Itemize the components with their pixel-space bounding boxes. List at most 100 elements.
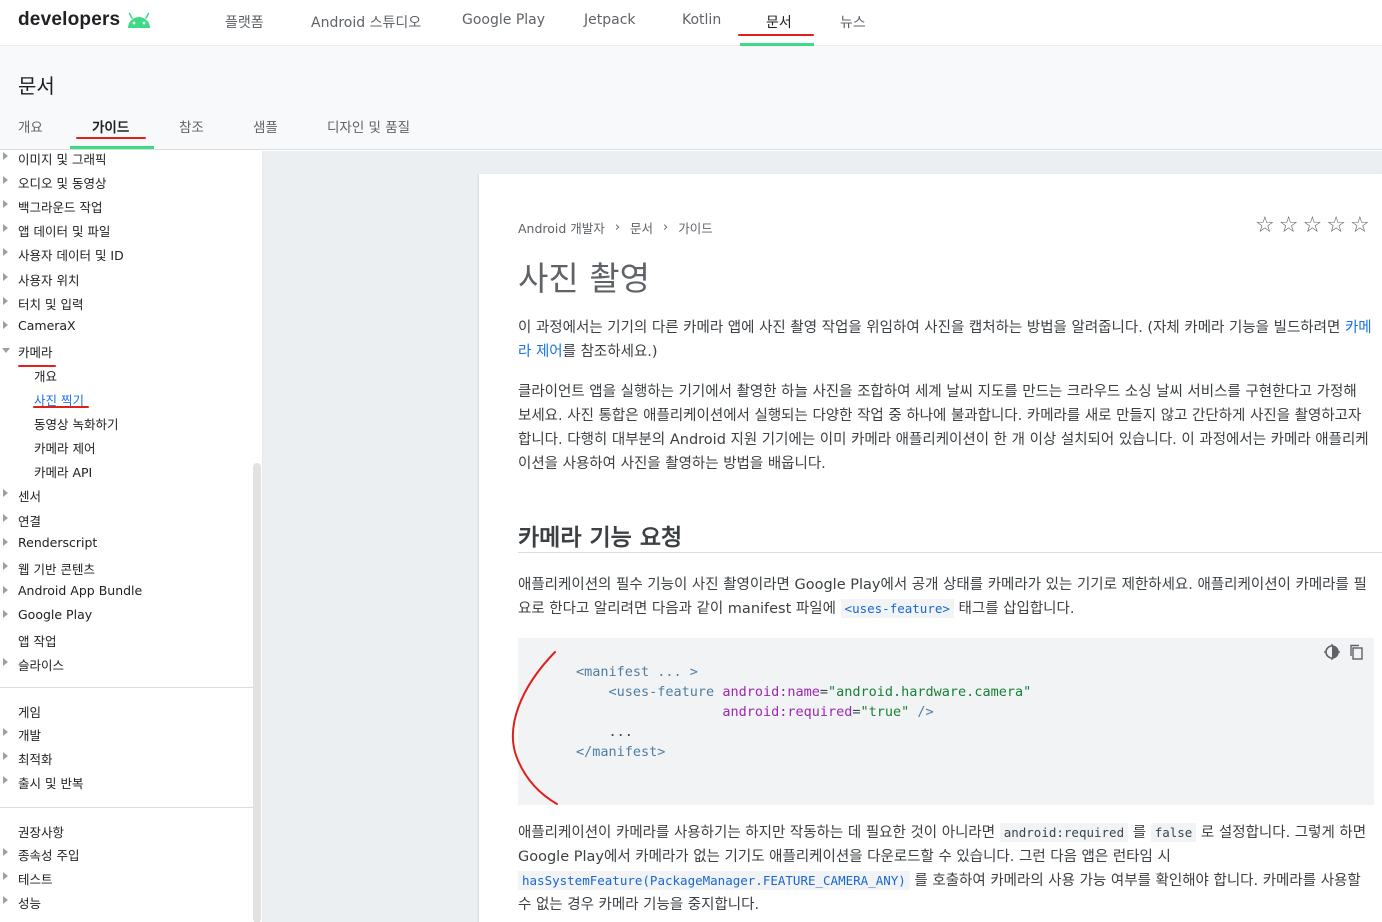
tab-overview[interactable]: 개요	[18, 116, 43, 136]
nav-kotlin[interactable]: Kotlin	[682, 12, 721, 28]
tab-design-quality[interactable]: 디자인 및 품질	[327, 116, 410, 136]
red-annotation-underline	[33, 406, 89, 408]
breadcrumb-guides[interactable]: 가이드	[678, 218, 713, 237]
sidebar-item[interactable]: Google Play	[0, 605, 250, 627]
sidebar-item[interactable]: 테스트	[0, 867, 250, 889]
nav-platform[interactable]: 플랫폼	[225, 12, 264, 32]
chevron-right-icon[interactable]	[3, 200, 8, 209]
sidebar-item[interactable]: 사용자 위치	[0, 268, 250, 290]
uses-feature-code: <uses-feature>	[840, 599, 954, 618]
chevron-right-icon[interactable]	[3, 896, 8, 904]
top-navigation-bar: developers 플랫폼 Android 스튜디오 Google Play …	[0, 0, 1382, 46]
red-annotation-underline	[76, 137, 146, 139]
developers-logo[interactable]: developers	[18, 9, 152, 31]
sidebar-item[interactable]: 이미지 및 그래픽	[0, 151, 250, 169]
sidebar-item[interactable]: 개요	[0, 364, 250, 386]
docs-header: 문서 개요 가이드 참조 샘플 디자인 및 품질	[0, 46, 1382, 150]
nav-google-play[interactable]: Google Play	[462, 12, 545, 28]
star-icon[interactable]: ☆	[1302, 215, 1322, 237]
para3-tail: 태그를 삽입합니다.	[953, 601, 1075, 617]
sidebar-item[interactable]: 카메라 API	[0, 460, 250, 482]
sidebar-item[interactable]: 앱 데이터 및 파일	[0, 219, 250, 241]
sidebar-item[interactable]: Renderscript	[0, 533, 250, 555]
nav-docs[interactable]: 문서	[766, 12, 792, 32]
sidebar-item-label: 종속성 주입	[18, 848, 80, 863]
sidebar-item[interactable]: 센서	[0, 484, 250, 506]
chevron-right-icon[interactable]	[3, 296, 8, 305]
sidebar-item[interactable]: 앱 작업	[0, 629, 250, 651]
sidebar-item[interactable]: 슬라이스	[0, 653, 250, 675]
chevron-right-icon[interactable]	[3, 848, 8, 856]
sidebar-item[interactable]: 백그라운드 작업	[0, 195, 250, 217]
chevron-right-icon[interactable]	[3, 176, 8, 185]
code-toolbar	[1324, 644, 1364, 660]
sidebar-item[interactable]: 종속성 주입	[0, 843, 250, 865]
chevron-right-icon[interactable]	[3, 776, 8, 784]
chevron-right-icon[interactable]	[3, 320, 8, 329]
sidebar-item[interactable]: 연결	[0, 509, 250, 531]
tab-samples[interactable]: 샘플	[253, 116, 278, 136]
has-system-feature-code[interactable]: hasSystemFeature(PackageManager.FEATURE_…	[518, 871, 910, 890]
sidebar-item[interactable]: 오디오 및 동영상	[0, 171, 250, 193]
copy-icon[interactable]	[1348, 644, 1364, 660]
star-icon[interactable]: ☆	[1279, 215, 1299, 237]
chevron-right-icon[interactable]	[3, 224, 8, 233]
sidebar-item[interactable]: 개발	[0, 723, 250, 745]
sidebar-item[interactable]: 최적화	[0, 747, 250, 769]
sidebar-item-label: Android App Bundle	[18, 582, 143, 598]
breadcrumb-docs[interactable]: 문서	[630, 218, 653, 237]
chevron-right-icon[interactable]	[3, 513, 8, 522]
chevron-right-icon[interactable]	[3, 728, 8, 736]
chevron-right-icon[interactable]	[3, 489, 8, 498]
sidebar-item[interactable]: 출시 및 반복	[0, 771, 250, 793]
star-icon[interactable]: ☆	[1350, 215, 1370, 237]
chevron-down-icon[interactable]	[2, 347, 10, 353]
sidebar-item[interactable]: 사용자 데이터 및 ID	[0, 243, 250, 265]
star-icon[interactable]: ☆	[1326, 215, 1346, 237]
sidebar-item[interactable]: 성능	[0, 891, 250, 913]
code-tag: <uses-feature	[608, 684, 715, 700]
theme-toggle-icon[interactable]	[1324, 644, 1340, 660]
sidebar-item[interactable]: 카메라	[0, 340, 250, 362]
sidebar-item-label: 테스트	[18, 872, 53, 887]
para4-text: 애플리케이션이 카메라를 사용하기는 하지만 작동하는 데 필요한 것이 아니라…	[518, 825, 1000, 841]
required-code: android:required	[999, 823, 1129, 842]
code-tag: />	[917, 704, 934, 720]
sidebar-item[interactable]: CameraX	[0, 316, 250, 338]
nav-news[interactable]: 뉴스	[840, 12, 866, 32]
breadcrumb-android-developers[interactable]: Android 개발자	[518, 218, 605, 237]
chevron-right-icon[interactable]	[3, 585, 8, 594]
chevron-right-icon[interactable]	[3, 248, 8, 257]
chevron-right-icon[interactable]	[3, 752, 8, 760]
sidebar-item-label: 동영상 녹화하기	[34, 417, 119, 433]
sidebar-section-heading: 게임	[18, 705, 42, 720]
tab-guides[interactable]: 가이드	[92, 116, 129, 136]
intro-tail: 를 참조하세요.)	[562, 344, 658, 360]
sidebar-item-label: 출시 및 반복	[18, 776, 84, 791]
sidebar-item-label: 웹 기반 콘텐츠	[18, 561, 95, 577]
chevron-right-icon[interactable]	[3, 537, 8, 546]
code-attr: android:required	[722, 704, 853, 720]
chevron-right-icon[interactable]	[3, 561, 8, 570]
intro-text: 이 과정에서는 기기의 다른 카메라 앱에 사진 촬영 작업을 위임하여 사진을…	[518, 320, 1345, 336]
sidebar-item[interactable]: 카메라 제어	[0, 436, 250, 458]
sidebar-item-label: 연결	[18, 513, 42, 529]
chevron-right-icon[interactable]	[3, 152, 8, 160]
rating-stars: ☆ ☆ ☆ ☆ ☆	[1255, 215, 1370, 237]
chevron-right-icon[interactable]	[3, 272, 8, 281]
sidebar-item-label: 개발	[18, 728, 42, 743]
sidebar-item[interactable]: 웹 기반 콘텐츠	[0, 557, 250, 579]
nav-jetpack[interactable]: Jetpack	[584, 12, 636, 28]
chevron-right-icon[interactable]	[3, 658, 8, 667]
nav-android-studio[interactable]: Android 스튜디오	[311, 12, 421, 32]
sidebar-item-label: Google Play	[18, 606, 93, 622]
sidebar-item[interactable]: Android App Bundle	[0, 581, 250, 603]
chevron-right-icon[interactable]	[3, 872, 8, 880]
star-icon[interactable]: ☆	[1255, 215, 1275, 237]
tab-reference[interactable]: 참조	[179, 116, 204, 136]
chevron-right-icon[interactable]	[3, 609, 8, 618]
sidebar-item[interactable]: 동영상 녹화하기	[0, 412, 250, 434]
sidebar-item[interactable]: 터치 및 입력	[0, 292, 250, 314]
sidebar-scrollbar[interactable]	[253, 463, 261, 922]
sidebar-divider	[0, 687, 254, 688]
